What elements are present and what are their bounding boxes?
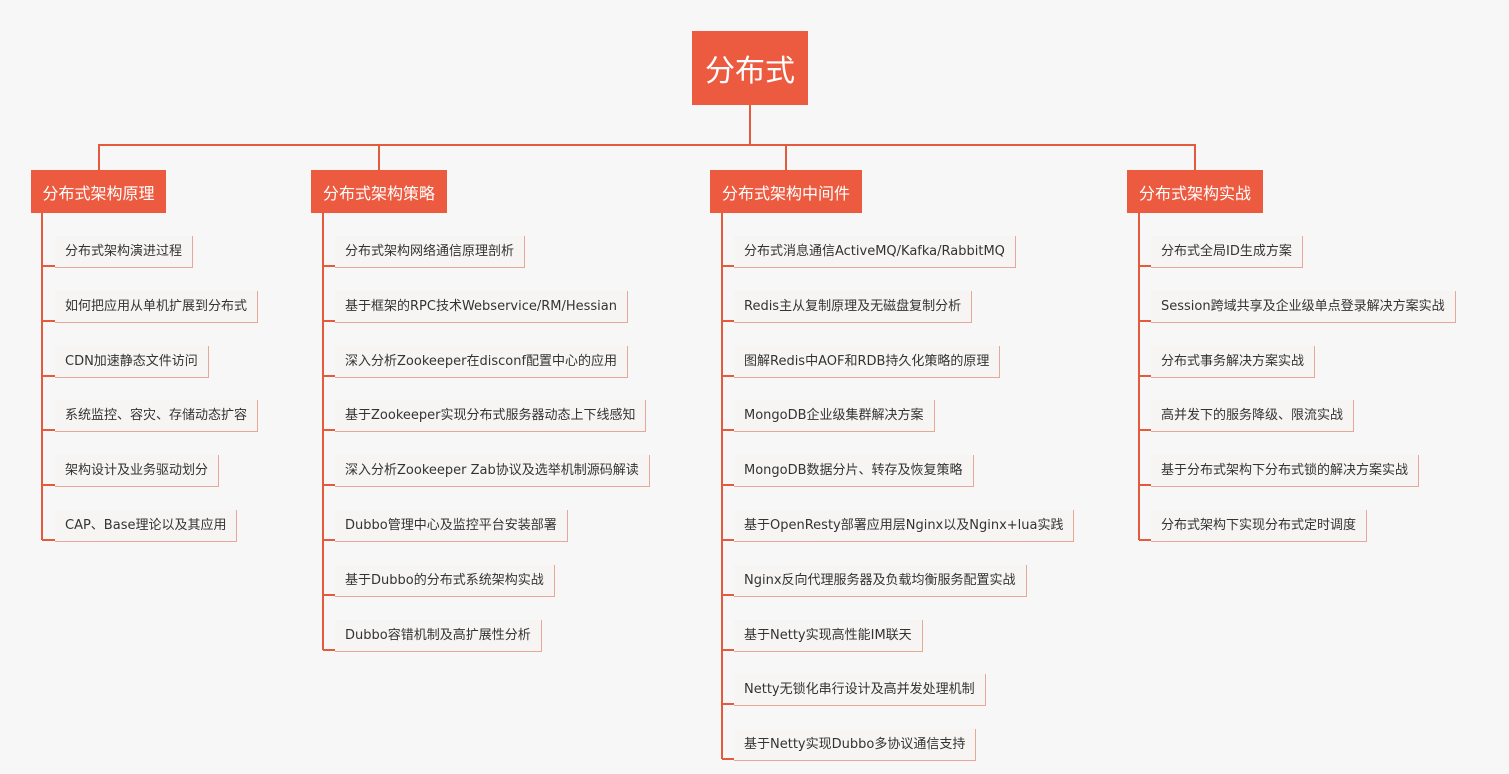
branch-node[interactable]: 分布式架构中间件 <box>710 170 862 213</box>
leaf-node[interactable]: 分布式全局ID生成方案 <box>1151 236 1303 268</box>
branch-node[interactable]: 分布式架构实战 <box>1127 170 1263 213</box>
leaf-node[interactable]: Dubbo管理中心及监控平台安装部署 <box>335 510 568 542</box>
leaf-node[interactable]: 基于OpenResty部署应用层Nginx以及Nginx+lua实践 <box>734 510 1075 542</box>
leaf-node[interactable]: CDN加速静态文件访问 <box>55 346 209 378</box>
leaf-node[interactable]: MongoDB数据分片、转存及恢复策略 <box>734 455 974 487</box>
leaf-node[interactable]: 深入分析Zookeeper在disconf配置中心的应用 <box>335 346 629 378</box>
leaf-node[interactable]: 分布式架构演进过程 <box>55 236 194 268</box>
branch-node[interactable]: 分布式架构原理 <box>31 170 166 213</box>
leaf-node[interactable]: 分布式架构网络通信原理剖析 <box>335 236 526 268</box>
leaf-node[interactable]: 系统监控、容灾、存储动态扩容 <box>55 400 259 432</box>
leaf-node[interactable]: 架构设计及业务驱动划分 <box>55 455 220 487</box>
leaf-node[interactable]: 高并发下的服务降级、限流实战 <box>1151 400 1355 432</box>
root-node[interactable]: 分布式 <box>692 31 808 105</box>
connector-lines <box>41 105 1196 760</box>
leaf-node[interactable]: 分布式消息通信ActiveMQ/Kafka/RabbitMQ <box>734 236 1016 268</box>
leaf-node[interactable]: CAP、Base理论以及其应用 <box>55 510 238 542</box>
leaf-node[interactable]: 基于Netty实现Dubbo多协议通信支持 <box>734 729 977 761</box>
leaf-node[interactable]: 基于Zookeeper实现分布式服务器动态上下线感知 <box>335 400 647 432</box>
leaf-node[interactable]: Nginx反向代理服务器及负载均衡服务配置实战 <box>734 565 1027 597</box>
branch-node[interactable]: 分布式架构策略 <box>311 170 447 213</box>
leaf-node[interactable]: MongoDB企业级集群解决方案 <box>734 400 935 432</box>
leaf-node[interactable]: Session跨域共享及企业级单点登录解决方案实战 <box>1151 291 1456 323</box>
leaf-node[interactable]: 分布式架构下实现分布式定时调度 <box>1151 510 1368 542</box>
mind-map: 分布式 分布式架构原理分布式架构演进过程如何把应用从单机扩展到分布式 CDN加速静… <box>0 0 1509 774</box>
leaf-node[interactable]: Netty无锁化串行设计及高并发处理机制 <box>734 674 986 706</box>
leaf-node[interactable]: 基于分布式架构下分布式锁的解决方案实战 <box>1151 455 1420 487</box>
leaf-node[interactable]: 图解Redis中AOF和RDB持久化策略的原理 <box>734 346 1001 378</box>
leaf-node[interactable]: 如何把应用从单机扩展到分布式 <box>55 291 259 323</box>
leaf-node[interactable]: 深入分析Zookeeper Zab协议及选举机制源码解读 <box>335 455 650 487</box>
leaf-node[interactable]: 基于框架的RPC技术Webservice/RM/Hessian <box>335 291 629 323</box>
leaf-node[interactable]: Dubbo容错机制及高扩展性分析 <box>335 620 542 652</box>
leaf-node[interactable]: 基于Dubbo的分布式系统架构实战 <box>335 565 555 597</box>
leaf-node[interactable]: 基于Netty实现高性能IM联天 <box>734 620 923 652</box>
leaf-node[interactable]: 分布式事务解决方案实战 <box>1151 346 1316 378</box>
leaf-node[interactable]: Redis主从复制原理及无磁盘复制分析 <box>734 291 973 323</box>
